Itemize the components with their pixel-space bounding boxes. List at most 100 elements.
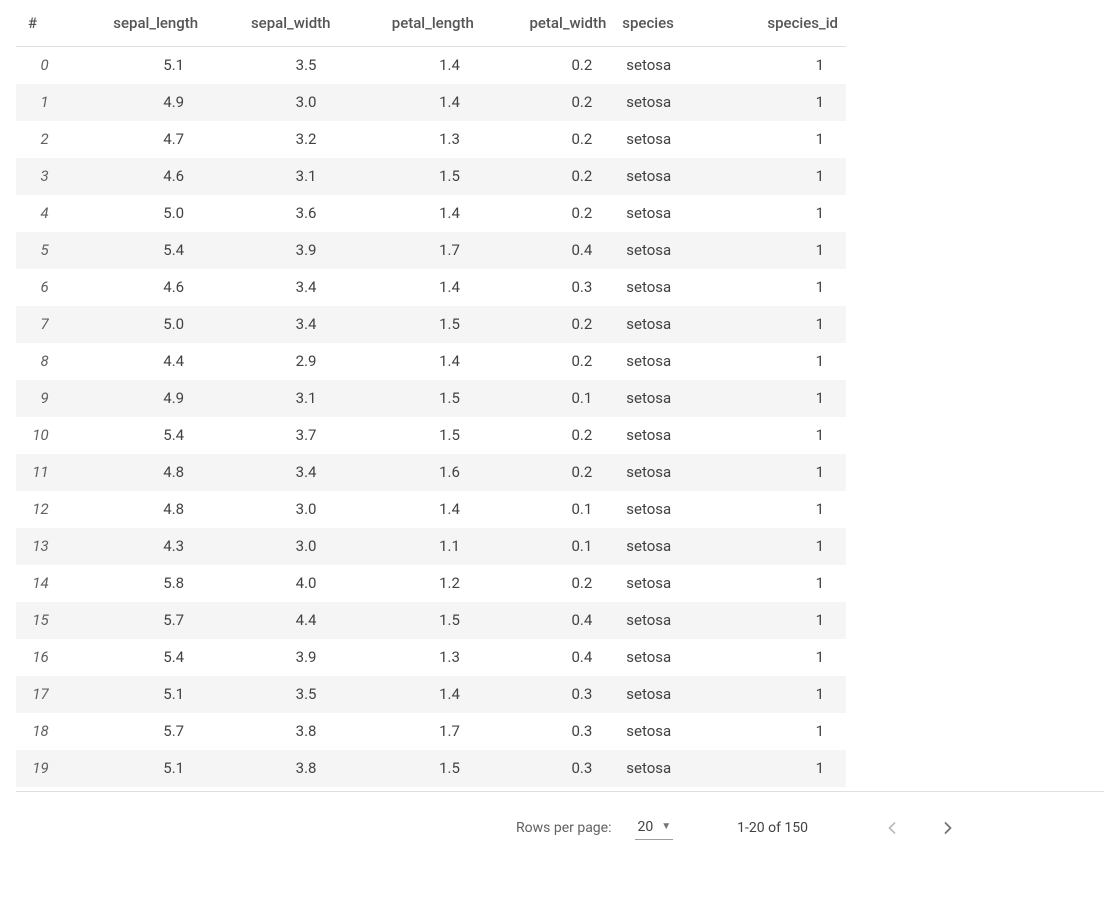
cell-species: setosa [614, 84, 724, 121]
cell-species: setosa [614, 713, 724, 750]
cell-sepal_width: 3.2 [206, 121, 338, 158]
cell-sepal_width: 3.9 [206, 232, 338, 269]
table-row: 05.13.51.40.2setosa1 [16, 47, 846, 85]
cell-sepal_width: 2.9 [206, 343, 338, 380]
cell-petal_width: 0.2 [482, 343, 614, 380]
cell-sepal_length: 4.7 [63, 121, 206, 158]
cell-species: setosa [614, 417, 724, 454]
cell-sepal_length: 5.4 [63, 417, 206, 454]
cell-species: setosa [614, 232, 724, 269]
cell-sepal_width: 3.4 [206, 306, 338, 343]
cell-petal_width: 0.3 [482, 676, 614, 713]
row-index: 6 [16, 269, 63, 306]
table-row: 55.43.91.70.4setosa1 [16, 232, 846, 269]
table-row: 34.63.11.50.2setosa1 [16, 158, 846, 195]
column-header-species_id[interactable]: species_id [725, 0, 846, 47]
cell-petal_length: 1.4 [339, 47, 482, 85]
cell-species: setosa [614, 528, 724, 565]
table-body: 05.13.51.40.2setosa114.93.01.40.2setosa1… [16, 47, 846, 788]
cell-petal_length: 1.5 [339, 750, 482, 787]
cell-sepal_width: 3.4 [206, 454, 338, 491]
cell-sepal_length: 4.9 [63, 380, 206, 417]
cell-sepal_width: 3.5 [206, 676, 338, 713]
cell-species_id: 1 [725, 121, 846, 158]
cell-petal_width: 0.2 [482, 121, 614, 158]
row-index: 18 [16, 713, 63, 750]
cell-sepal_width: 4.0 [206, 565, 338, 602]
cell-petal_width: 0.3 [482, 269, 614, 306]
row-index: 12 [16, 491, 63, 528]
cell-species: setosa [614, 195, 724, 232]
rows-per-page-label: Rows per page: [516, 820, 611, 836]
cell-species_id: 1 [725, 713, 846, 750]
table-row: 75.03.41.50.2setosa1 [16, 306, 846, 343]
row-index: 2 [16, 121, 63, 158]
table-row: 155.74.41.50.4setosa1 [16, 602, 846, 639]
table-row: 94.93.11.50.1setosa1 [16, 380, 846, 417]
pagination-range: 1-20 of 150 [737, 820, 808, 836]
cell-sepal_length: 4.8 [63, 454, 206, 491]
cell-species: setosa [614, 454, 724, 491]
cell-sepal_length: 4.9 [63, 84, 206, 121]
table-row: 45.03.61.40.2setosa1 [16, 195, 846, 232]
row-index: 11 [16, 454, 63, 491]
cell-petal_width: 0.4 [482, 639, 614, 676]
cell-species: setosa [614, 602, 724, 639]
cell-species_id: 1 [725, 602, 846, 639]
column-header-sepal_width[interactable]: sepal_width [206, 0, 338, 47]
cell-sepal_length: 4.6 [63, 158, 206, 195]
row-index: 10 [16, 417, 63, 454]
cell-sepal_width: 3.0 [206, 84, 338, 121]
cell-species: setosa [614, 491, 724, 528]
cell-petal_length: 1.1 [339, 528, 482, 565]
cell-petal_length: 1.6 [339, 454, 482, 491]
cell-petal_length: 1.4 [339, 676, 482, 713]
cell-species: setosa [614, 47, 724, 85]
cell-petal_length: 1.4 [339, 269, 482, 306]
cell-petal_length: 1.3 [339, 121, 482, 158]
table-row: 14.93.01.40.2setosa1 [16, 84, 846, 121]
column-header-species[interactable]: species [614, 0, 724, 47]
cell-sepal_width: 3.9 [206, 639, 338, 676]
column-header-petal_length[interactable]: petal_length [339, 0, 482, 47]
row-index: 16 [16, 639, 63, 676]
next-page-button[interactable] [928, 808, 968, 848]
cell-sepal_length: 5.7 [63, 602, 206, 639]
row-index: 5 [16, 232, 63, 269]
cell-species_id: 1 [725, 306, 846, 343]
table-row: 185.73.81.70.3setosa1 [16, 713, 846, 750]
cell-petal_length: 1.5 [339, 380, 482, 417]
table-row: 24.73.21.30.2setosa1 [16, 121, 846, 158]
cell-species_id: 1 [725, 195, 846, 232]
column-header-petal_width[interactable]: petal_width [482, 0, 614, 47]
cell-petal_length: 1.7 [339, 713, 482, 750]
cell-species: setosa [614, 343, 724, 380]
cell-species_id: 1 [725, 565, 846, 602]
rows-per-page-select[interactable]: 20 ▼ [635, 817, 673, 840]
cell-species_id: 1 [725, 491, 846, 528]
cell-petal_width: 0.2 [482, 454, 614, 491]
data-table: #sepal_lengthsepal_widthpetal_lengthpeta… [16, 0, 846, 787]
row-index: 3 [16, 158, 63, 195]
cell-petal_width: 0.2 [482, 158, 614, 195]
cell-species: setosa [614, 158, 724, 195]
table-row: 105.43.71.50.2setosa1 [16, 417, 846, 454]
cell-sepal_length: 5.1 [63, 47, 206, 85]
cell-petal_length: 1.7 [339, 232, 482, 269]
column-header-sepal_length[interactable]: sepal_length [63, 0, 206, 47]
cell-species_id: 1 [725, 454, 846, 491]
cell-species: setosa [614, 269, 724, 306]
cell-petal_width: 0.2 [482, 565, 614, 602]
row-index: 14 [16, 565, 63, 602]
prev-page-button [872, 808, 912, 848]
cell-sepal_length: 5.7 [63, 713, 206, 750]
cell-petal_length: 1.4 [339, 343, 482, 380]
cell-species: setosa [614, 306, 724, 343]
cell-sepal_width: 3.8 [206, 750, 338, 787]
row-index: 4 [16, 195, 63, 232]
cell-sepal_width: 4.4 [206, 602, 338, 639]
cell-petal_width: 0.3 [482, 713, 614, 750]
table-row: 134.33.01.10.1setosa1 [16, 528, 846, 565]
cell-petal_width: 0.2 [482, 84, 614, 121]
column-header-index[interactable]: # [16, 0, 63, 47]
